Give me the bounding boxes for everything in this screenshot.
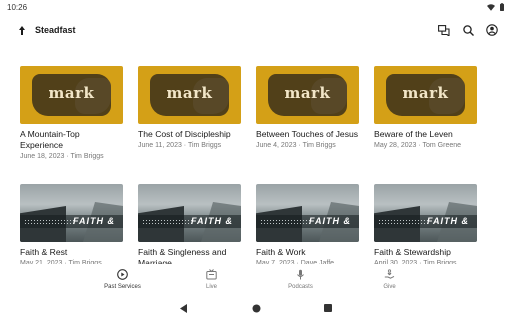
sermon-card[interactable]: FAITH & Faith & Singleness and Marriage	[138, 184, 241, 268]
nav-item-podcasts[interactable]: Podcasts	[256, 264, 345, 294]
sermon-title: Beware of the Leven	[374, 129, 453, 139]
sermon-card[interactable]: mark The Cost of Discipleship June 11, 202…	[138, 66, 241, 184]
thumb-dots	[24, 219, 74, 224]
sermon-title: A Mountain-Top Experience	[20, 129, 80, 150]
sermon-meta: June 4, 2023 · Tim Briggs	[256, 142, 336, 149]
nav-item-label: Podcasts	[288, 283, 313, 290]
sermon-card[interactable]: FAITH &Faith & WorkMay 7, 2023 · Dave Ja…	[256, 184, 359, 268]
sermon-title: Faith & Work	[256, 247, 306, 257]
search-icon[interactable]	[460, 22, 476, 38]
app-title: Steadfast	[35, 25, 76, 35]
sermon-thumbnail: mark	[256, 66, 359, 124]
sermon-thumbnail: FAITH &	[138, 184, 241, 242]
sermon-thumbnail: mark	[138, 66, 241, 124]
nav-item-label: Past Services	[104, 283, 141, 290]
give-hand-icon	[384, 268, 395, 284]
nav-item-live[interactable]: Live	[167, 264, 256, 294]
app-bar: Steadfast	[0, 18, 512, 42]
status-icons	[487, 3, 505, 11]
system-navigation	[0, 296, 512, 320]
sermon-card[interactable]: mark Between Touches of Jesus June 4, 2023…	[256, 66, 359, 184]
sermon-title: Faith & Rest	[20, 247, 68, 257]
sermon-card[interactable]: FAITH &Faith & StewardshipApril 30, 2023…	[374, 184, 477, 268]
nav-item-past-services[interactable]: Past Services	[78, 264, 167, 294]
status-bar: 10:26	[0, 0, 512, 14]
back-icon[interactable]	[178, 302, 190, 314]
sermon-thumbnail: mark	[374, 66, 477, 124]
sermon-card[interactable]: mark Beware of the Leven May 28, 2023 · To…	[374, 66, 477, 184]
app-logo-icon	[16, 24, 28, 36]
battery-icon	[500, 3, 504, 11]
sermon-title: Between Touches of Jesus	[256, 129, 359, 139]
wifi-icon	[487, 3, 495, 11]
thumbnail-series-text: FAITH &	[191, 216, 233, 226]
sermon-meta: June 18, 2023 · Tim Briggs	[20, 153, 104, 160]
nav-item-give[interactable]: Give	[345, 264, 434, 294]
play-circle-icon	[117, 268, 128, 284]
sermon-title: The Cost of Discipleship	[138, 129, 231, 139]
thumbnail-series-text: mark	[284, 84, 331, 102]
nav-item-label: Give	[383, 283, 396, 290]
sermon-meta: June 11, 2023 · Tim Briggs	[138, 142, 222, 149]
sermon-title: Faith & Stewardship	[374, 247, 451, 257]
sermon-thumbnail: FAITH &	[20, 184, 123, 242]
bottom-navigation: Past Services Live Podcasts Give	[0, 264, 512, 294]
account-icon[interactable]	[484, 22, 500, 38]
sermon-thumbnail: mark	[20, 66, 123, 124]
status-time: 10:26	[7, 2, 28, 12]
thumbnail-series-text: FAITH &	[309, 216, 351, 226]
recents-icon[interactable]	[322, 302, 334, 314]
thumbnail-series-text: mark	[166, 84, 213, 102]
app-actions	[436, 22, 500, 38]
microphone-icon	[295, 269, 306, 284]
live-tv-icon	[206, 268, 217, 284]
chat-icon[interactable]	[436, 22, 452, 38]
home-icon[interactable]	[250, 302, 262, 314]
thumb-dots	[378, 219, 428, 224]
thumbnail-series-text: FAITH &	[427, 216, 469, 226]
sermon-thumbnail: FAITH &	[374, 184, 477, 242]
thumbnail-series-text: mark	[402, 84, 449, 102]
thumb-dots	[260, 219, 310, 224]
sermon-card[interactable]: mark A Mountain-Top Experience June 18, 20…	[20, 66, 123, 184]
sermon-thumbnail: FAITH &	[256, 184, 359, 242]
nav-item-label: Live	[205, 283, 217, 290]
sermon-meta: May 28, 2023 · Tom Greene	[374, 142, 462, 149]
thumbnail-series-text: mark	[48, 84, 95, 102]
sermon-card[interactable]: FAITH &Faith & RestMay 21, 2023 · Tim Br…	[20, 184, 123, 268]
sermon-grid: mark A Mountain-Top Experience June 18, 20…	[20, 66, 492, 268]
thumbnail-series-text: FAITH &	[73, 216, 115, 226]
thumb-dots	[142, 219, 192, 224]
